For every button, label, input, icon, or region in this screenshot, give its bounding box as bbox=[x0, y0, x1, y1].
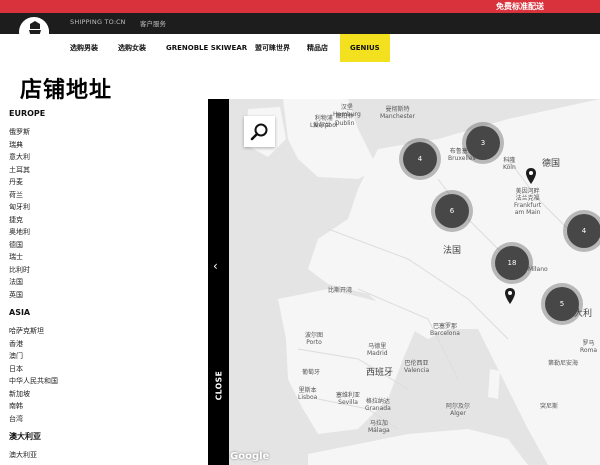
nav-world[interactable]: 盟可睐世界 bbox=[255, 34, 290, 62]
map-label: 里斯本 Lisboa bbox=[298, 387, 318, 401]
country-link[interactable]: 新加坡 bbox=[9, 388, 199, 401]
store-cluster[interactable]: 18 bbox=[495, 246, 529, 280]
country-link[interactable]: 澳大利亚 bbox=[9, 449, 199, 462]
map-label: 波尔图 Porto bbox=[305, 332, 324, 346]
page-title: 店铺地址 bbox=[20, 78, 113, 103]
store-list: EUROPE 俄罗斯 瑞典 意大利 土耳其 丹麦 荷兰 匈牙利 捷克 奥地利 德… bbox=[9, 108, 199, 462]
chevron-left-icon: ‹ bbox=[213, 259, 218, 273]
country-link[interactable]: 匈牙利 bbox=[9, 201, 199, 214]
search-icon bbox=[250, 123, 268, 141]
map-label: 美因河畔 法兰克福 Frankfurt am Main bbox=[514, 188, 542, 216]
country-link[interactable]: 比利时 bbox=[9, 264, 199, 277]
shipping-label: SHIPPING TO: bbox=[70, 18, 117, 26]
country-link[interactable]: 瑞典 bbox=[9, 139, 199, 152]
store-cluster[interactable]: 6 bbox=[435, 194, 469, 228]
country-link[interactable]: 德国 bbox=[9, 239, 199, 252]
country-link[interactable]: 哈萨克斯坦 bbox=[9, 325, 199, 338]
map-label: 塞维利亚 Sevilla bbox=[336, 392, 361, 406]
map-label: 巴伦西亚 Valencia bbox=[404, 360, 430, 374]
country-link[interactable]: 台湾 bbox=[9, 413, 199, 426]
nav-stores[interactable]: 精品店 bbox=[307, 34, 328, 62]
store-cluster[interactable]: 5 bbox=[545, 287, 579, 321]
country-link[interactable]: 香港 bbox=[9, 338, 199, 351]
store-cluster[interactable]: 4 bbox=[403, 142, 437, 176]
map-label: 科隆 Köln bbox=[503, 157, 516, 171]
nav-genius[interactable]: GENIUS bbox=[340, 34, 390, 62]
map-label: 突尼斯 bbox=[540, 403, 559, 410]
map-label: 马拉加 Málaga bbox=[368, 420, 390, 434]
map-label: 曼彻斯特 Manchester bbox=[380, 106, 416, 120]
shipping-country[interactable]: CN bbox=[116, 18, 125, 26]
map-pin-icon[interactable] bbox=[505, 288, 515, 304]
close-label: CLOSE bbox=[214, 370, 224, 401]
region-heading: EUROPE bbox=[9, 109, 46, 118]
country-link[interactable]: 瑞士 bbox=[9, 251, 199, 264]
map-label: 巴塞罗那 Barcelona bbox=[430, 323, 460, 337]
promo-text[interactable]: 免费标准配送 bbox=[496, 1, 544, 12]
country-link[interactable]: 土耳其 bbox=[9, 164, 199, 177]
country-link[interactable]: 奥地利 bbox=[9, 226, 199, 239]
country-link[interactable]: 澳门 bbox=[9, 350, 199, 363]
country-link[interactable]: 中华人民共和国 bbox=[9, 375, 199, 388]
close-map-button[interactable]: ‹ CLOSE bbox=[208, 99, 229, 465]
map-pin-icon[interactable] bbox=[526, 168, 536, 184]
nav-women[interactable]: 选购女装 bbox=[118, 34, 146, 62]
country-link[interactable]: 俄罗斯 bbox=[9, 126, 199, 139]
map-label: 马德里 Madrid bbox=[367, 343, 388, 357]
store-cluster[interactable]: 4 bbox=[567, 214, 600, 248]
country-link[interactable]: 英国 bbox=[9, 289, 199, 302]
map-label: 都柏林 Dublin bbox=[335, 113, 355, 127]
map-label: 格拉纳达 Granada bbox=[365, 398, 391, 412]
country-link[interactable]: 丹麦 bbox=[9, 176, 199, 189]
store-cluster[interactable]: 3 bbox=[466, 126, 500, 160]
map-label: 比斯开湾 bbox=[328, 287, 353, 294]
country-link[interactable]: 意大利 bbox=[9, 151, 199, 164]
map-label: Milano bbox=[528, 266, 548, 273]
map-label: 葡萄牙 bbox=[302, 369, 321, 376]
customer-service-link[interactable]: 客户服务 bbox=[140, 18, 166, 28]
map-search-button[interactable] bbox=[244, 116, 275, 147]
map-label: 法国 bbox=[443, 246, 462, 256]
main-nav: 选购男装 选购女装 GRENOBLE SKIWEAR 盟可睐世界 精品店 GEN… bbox=[0, 34, 600, 62]
map-label: 西班牙 bbox=[366, 368, 394, 378]
country-link[interactable]: 南韩 bbox=[9, 400, 199, 413]
map-label: 爱尔兰 bbox=[313, 122, 332, 129]
country-link[interactable]: 捷克 bbox=[9, 214, 199, 227]
country-link[interactable]: 荷兰 bbox=[9, 189, 199, 202]
map-label: 第勒尼安海 bbox=[548, 360, 579, 367]
map-label: 罗马 Roma bbox=[580, 340, 598, 354]
region-heading: ASIA bbox=[9, 308, 31, 317]
country-link[interactable]: 法国 bbox=[9, 276, 199, 289]
map-label: 德国 bbox=[542, 159, 561, 169]
google-logo: Google bbox=[230, 451, 270, 462]
nav-men[interactable]: 选购男装 bbox=[70, 34, 98, 62]
promo-bar: 免费标准配送 bbox=[0, 0, 600, 13]
top-bar: SHIPPING TO: CN 客户服务 bbox=[0, 13, 600, 34]
map-label: 阿尔及尔 Alger bbox=[446, 403, 471, 417]
region-heading: 澳大利亚 bbox=[9, 432, 41, 441]
nav-grenoble[interactable]: GRENOBLE SKIWEAR bbox=[166, 34, 247, 62]
country-link[interactable]: 日本 bbox=[9, 363, 199, 376]
